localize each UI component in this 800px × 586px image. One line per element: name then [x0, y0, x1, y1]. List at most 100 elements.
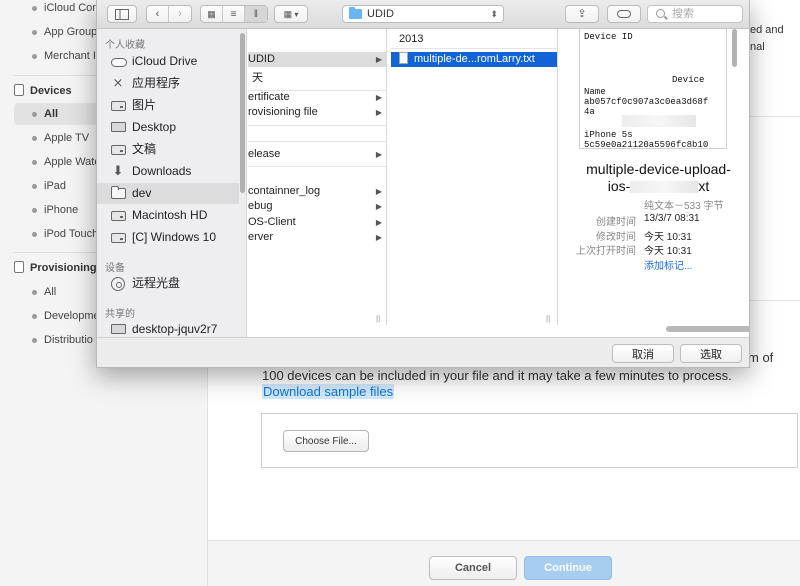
chevron-right-icon: ▶ [375, 108, 382, 117]
devices-section-header: Devices [14, 84, 72, 97]
document-icon [111, 145, 126, 155]
sidebar-item-iphone[interactable]: iPhone [44, 204, 78, 216]
column-resize-grip[interactable]: || [546, 314, 550, 323]
share-button[interactable]: ⇪ [565, 5, 599, 23]
hard-disk-icon [111, 233, 126, 243]
divider [248, 125, 386, 126]
icon-view-button[interactable]: ▦ [201, 6, 223, 22]
add-tags-link[interactable]: 添加标记... [644, 257, 692, 272]
sidebar-item-windows-10[interactable]: [C] Windows 10 [97, 227, 239, 248]
bullet-icon [32, 54, 37, 59]
chevron-right-icon: ▶ [375, 218, 382, 227]
shared-header: 共享的 [105, 309, 135, 320]
sidebar-item-macintosh-hd[interactable]: Macintosh HD [97, 205, 239, 226]
sidebar-item-ipad[interactable]: iPad [44, 180, 66, 192]
sidebar-item-remote-disc[interactable]: 远程光盘 [97, 273, 239, 294]
sidebar-item-icloud-drive[interactable]: iCloud Drive [97, 51, 239, 72]
bullet-icon [32, 184, 37, 189]
sidebar-item-app-groups[interactable]: App Group [44, 26, 97, 38]
computer-icon [111, 324, 126, 334]
sidebar-item-documents[interactable]: 文稿 [97, 139, 239, 160]
folder-row[interactable]: 天 [248, 71, 386, 86]
divider [248, 166, 386, 167]
choose-file-button[interactable]: Choose File... [283, 430, 369, 452]
sidebar-item-distribution[interactable]: Distributio [44, 334, 93, 346]
download-sample-files-link[interactable]: Download sample files [262, 384, 395, 399]
folder-row-containner-log[interactable]: containner_log ▶ [248, 184, 386, 199]
bullet-icon [32, 136, 37, 141]
chevron-right-icon: ▶ [375, 55, 382, 64]
sidebar-item-downloads[interactable]: ⬇ Downloads [97, 161, 239, 182]
dialog-cancel-button[interactable]: 取消 [612, 344, 674, 363]
list-view-button[interactable]: ≡ [223, 6, 245, 22]
preview-scrollbar[interactable] [732, 29, 737, 67]
location-popup[interactable]: UDID ⬍ [342, 5, 504, 23]
hard-disk-icon [111, 211, 126, 221]
chevron-right-icon: › [178, 8, 182, 20]
sidebar-item-dev[interactable]: dev [97, 183, 239, 204]
folder-row-provisioning-file[interactable]: rovisioning file ▶ [248, 105, 386, 120]
arrange-menu-button[interactable]: ▦ ▾ [274, 5, 308, 23]
preview-filename: multiple-device-upload- ios-xt [586, 161, 731, 194]
columns-icon: ‖ [253, 9, 259, 20]
file-open-dialog: ‹ › ▦ ≡ ‖ ▦ ▾ UDID ⬍ ⇪ 搜索 个人收藏 iCloud Drive… [96, 0, 750, 368]
folder-row-server[interactable]: erver ▶ [248, 230, 386, 245]
sidebar-item-desktop[interactable]: Desktop [97, 117, 239, 138]
bullet-icon [32, 314, 37, 319]
redacted-area [630, 181, 699, 193]
folder-row-ios-client[interactable]: OS-Client ▶ [248, 215, 386, 230]
sidebar-item-devices-all[interactable]: All [44, 108, 58, 120]
sidebar-item-pictures[interactable]: 图片 [97, 95, 239, 116]
document-icon [14, 261, 24, 273]
created-value: 13/3/7 08:31 [644, 213, 700, 224]
tags-button[interactable] [607, 5, 641, 23]
dialog-choose-button[interactable]: 选取 [680, 344, 742, 363]
folder-row-2013[interactable]: 2013 [391, 32, 557, 47]
sidebar-item-desktop-shared[interactable]: desktop-jquv2r7 [97, 319, 239, 337]
cloud-icon [111, 58, 127, 67]
file-row-selected[interactable]: multiple-de...romLarry.txt [391, 52, 557, 67]
chevron-right-icon: ▶ [375, 233, 382, 242]
column-view-button[interactable]: ‖ [245, 6, 267, 22]
sidebar-item-icloud-containers[interactable]: iCloud Con [44, 2, 98, 14]
sidebar-item-apple-tv[interactable]: Apple TV [44, 132, 89, 144]
bullet-icon [32, 6, 37, 11]
camera-icon [111, 101, 126, 111]
arrange-grid-icon: ▦ [283, 9, 293, 19]
folder-row-udid[interactable]: UDID ▶ [248, 52, 386, 67]
download-icon: ⬇ [112, 163, 124, 178]
folder-row-release[interactable]: elease ▶ [248, 147, 386, 162]
list-icon: ≡ [230, 9, 237, 20]
sidebar-item-merchant-ids[interactable]: Merchant I [44, 50, 96, 62]
continue-button[interactable]: Continue [524, 556, 612, 580]
search-icon [656, 9, 665, 18]
provisioning-section-header: Provisioning [14, 261, 97, 274]
horizontal-scrollbar[interactable] [666, 326, 749, 332]
file-kind-size: 纯文本－533 字节 [644, 201, 724, 212]
forward-button[interactable]: › [169, 6, 191, 22]
share-icon: ⇪ [577, 8, 587, 20]
sidebar-item-provisioning-all[interactable]: All [44, 286, 56, 298]
chevron-left-icon: ‹ [155, 8, 160, 20]
folder-row-debug[interactable]: ebug ▶ [248, 199, 386, 214]
search-input[interactable]: 搜索 [647, 5, 743, 23]
toggle-sidebar-button[interactable] [107, 5, 137, 23]
divider [248, 141, 386, 142]
preview-thumbnail: Device ID Device Name ab057cf0c907a3c0ea… [579, 29, 727, 149]
sidebar-scrollbar[interactable] [240, 33, 245, 193]
sidebar-item-development[interactable]: Developme [44, 310, 100, 322]
sidebar-item-applications[interactable]: ⨯ 应用程序 [97, 73, 239, 94]
back-forward-buttons: ‹ › [146, 5, 192, 23]
sidebar-item-apple-watch[interactable]: Apple Watc [44, 156, 100, 168]
cancel-button[interactable]: Cancel [429, 556, 517, 580]
last-opened-value: 今天 10:31 [644, 246, 692, 257]
background-text-fragment: ed and nal [750, 24, 784, 53]
divider [750, 300, 800, 301]
column-browser: UDID ▶ 天 ertificate ▶ rovisioning file ▶ el… [248, 29, 749, 337]
back-button[interactable]: ‹ [147, 6, 169, 22]
column-resize-grip[interactable]: || [376, 314, 380, 323]
favorites-header: 个人收藏 [105, 40, 145, 51]
sidebar-item-ipod-touch[interactable]: iPod Touch [44, 228, 98, 240]
dialog-toolbar: ‹ › ▦ ≡ ‖ ▦ ▾ UDID ⬍ ⇪ 搜索 [97, 0, 749, 29]
folder-row-certificate[interactable]: ertificate ▶ [248, 90, 386, 105]
